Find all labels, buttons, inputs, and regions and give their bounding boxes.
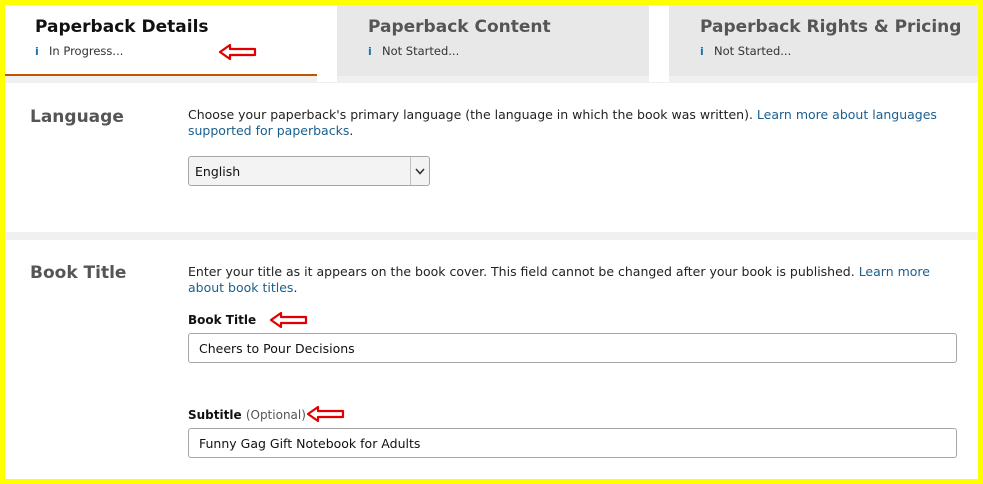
tab-status: i Not Started... [700, 44, 978, 58]
language-select[interactable]: English [188, 156, 430, 186]
tab-paperback-content[interactable]: Paperback Content i Not Started... [337, 5, 649, 76]
annotation-arrow-icon [269, 311, 308, 329]
book-title-label: Book Title [188, 313, 257, 327]
description-text: Enter your title as it appears on the bo… [188, 264, 859, 279]
subtitle-label-text: Subtitle [188, 408, 242, 422]
language-select-value: English [195, 163, 241, 179]
kdp-form-frame: Paperback Details i In Progress... Paper… [5, 5, 978, 479]
tab-status-text: In Progress... [49, 44, 124, 58]
description-suffix: . [293, 280, 298, 295]
tab-gap [649, 5, 669, 82]
subtitle-input[interactable]: Funny Gag Gift Notebook for Adults [188, 428, 957, 458]
tab-title: Paperback Details [35, 17, 209, 37]
tab-paperback-rights-pricing[interactable]: Paperback Rights & Pricing i Not Started… [669, 5, 978, 76]
description-suffix: . [349, 123, 354, 138]
optional-tag: (Optional) [245, 408, 306, 422]
tab-title: Paperback Content [368, 17, 551, 37]
book-title-input[interactable]: Cheers to Pour Decisions [188, 333, 957, 363]
annotation-arrow-icon [306, 405, 345, 423]
tab-status: i In Progress... [35, 44, 317, 58]
language-section: Language Choose your paperback's primary… [5, 83, 978, 232]
tab-paperback-details[interactable]: Paperback Details i In Progress... [5, 5, 317, 76]
description-text: Choose your paperback's primary language… [188, 107, 757, 122]
book-title-value: Cheers to Pour Decisions [199, 340, 355, 356]
tab-title: Paperback Rights & Pricing [700, 17, 962, 37]
tab-gap [317, 5, 337, 82]
tab-status-text: Not Started... [714, 44, 792, 58]
annotation-arrow-icon [218, 43, 257, 61]
subtitle-label: Subtitle (Optional) [188, 408, 306, 422]
section-label: Book Title [30, 263, 127, 283]
info-icon: i [368, 44, 372, 58]
language-description: Choose your paperback's primary language… [188, 107, 968, 139]
tab-status: i Not Started... [368, 44, 649, 58]
book-title-section: Book Title Enter your title as it appear… [5, 240, 978, 479]
subtitle-value: Funny Gag Gift Notebook for Adults [199, 435, 421, 451]
info-icon: i [35, 44, 39, 58]
book-title-description: Enter your title as it appears on the bo… [188, 264, 968, 296]
section-label: Language [30, 107, 124, 127]
tab-status-text: Not Started... [382, 44, 460, 58]
info-icon: i [700, 44, 704, 58]
chevron-down-icon [410, 157, 429, 185]
